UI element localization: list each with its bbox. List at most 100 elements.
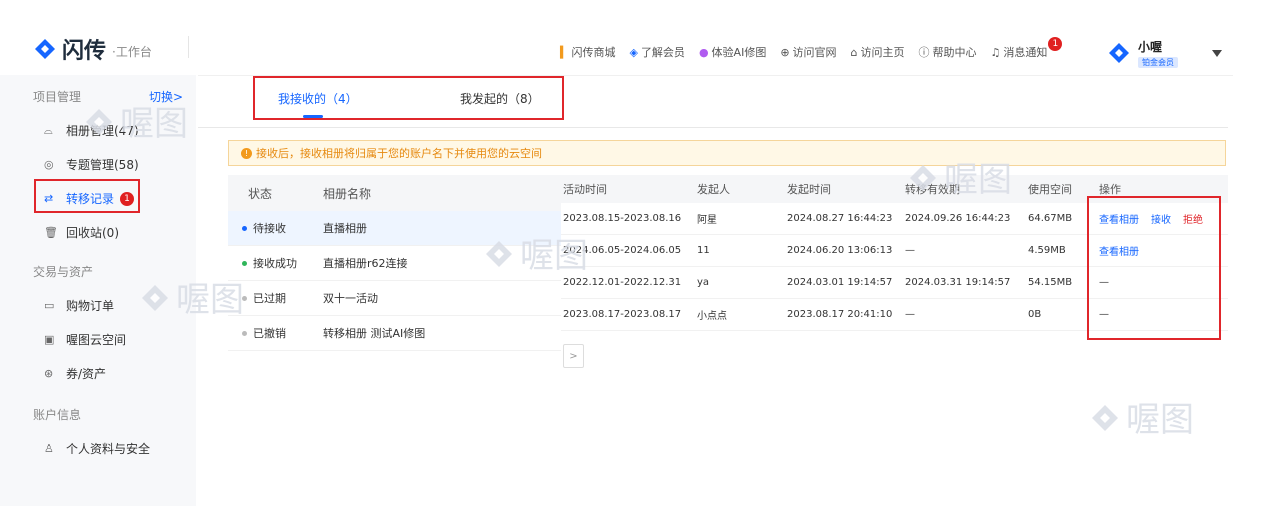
nav-shop[interactable]: ▍ 闪传商城 xyxy=(560,44,615,60)
nav-label: 了解会员 xyxy=(640,46,685,59)
col-space: 使用空间 xyxy=(1028,183,1072,196)
nav-ai[interactable]: ● 体验AI修图 xyxy=(699,44,766,60)
sidebar-item-topics[interactable]: ◎ 专题管理(58) xyxy=(44,156,139,173)
initiator: 阿星 xyxy=(697,215,717,226)
user-menu[interactable]: 小喔 铂金会员 xyxy=(1108,38,1178,68)
logo-name: 闪传 xyxy=(62,39,107,64)
watermark-icon xyxy=(908,162,938,192)
sidebar-item-label: 券/资产 xyxy=(66,367,107,381)
watermark-icon xyxy=(1090,402,1120,432)
top-bar: 闪传 ·工作台 ▍ 闪传商城 ◈ 了解会员 ● 体验AI修图 ⊕ 访问官网 ⌂ 访问主页 … xyxy=(0,0,1268,72)
member-badge: 铂金会员 xyxy=(1138,57,1178,68)
nav-label: 体验AI修图 xyxy=(711,46,767,59)
highlight-box xyxy=(253,76,564,120)
valid-until: 2024.09.26 16:44:23 xyxy=(905,213,1011,224)
table-row[interactable]: 已过期 双十一活动 xyxy=(228,281,561,316)
nav-website[interactable]: ⊕ 访问官网 xyxy=(780,44,836,60)
ai-icon: ● xyxy=(698,45,709,59)
watermark: 喔图 xyxy=(140,272,244,321)
vip-icon: ◈ xyxy=(629,45,638,59)
initiator: ya xyxy=(697,277,710,288)
watermark: 喔图 xyxy=(1090,392,1194,441)
space-used: 0B xyxy=(1028,309,1042,320)
divider xyxy=(188,36,189,58)
status-text: 已过期 xyxy=(253,292,286,305)
logo[interactable]: 闪传 ·工作台 xyxy=(34,33,152,65)
watermark: 喔图 xyxy=(84,96,188,145)
sidebar-item-label: 专题管理(58) xyxy=(66,158,139,172)
highlight-box xyxy=(34,179,140,213)
cloud-icon: ▣ xyxy=(44,333,55,346)
warning-icon: ! xyxy=(241,147,252,159)
watermark-text: 喔图 xyxy=(1126,400,1194,440)
watermark: 喔图 xyxy=(484,228,588,277)
status-text: 接收成功 xyxy=(253,257,297,270)
status-dot xyxy=(242,225,247,231)
sidebar-item-label: 喔图云空间 xyxy=(66,333,127,347)
globe-icon: ⊕ xyxy=(780,45,790,59)
watermark-icon xyxy=(84,106,114,136)
sidebar-item-trash[interactable]: 🗑 回收站(0) xyxy=(44,224,119,241)
notice-text: 接收后，接收相册将归属于您的账户名下并使用您的云空间 xyxy=(256,147,542,160)
sidebar-group-project: 项目管理 xyxy=(33,90,82,104)
watermark: 喔图 xyxy=(908,152,1012,201)
initiated-at: 2024.06.20 13:06:13 xyxy=(787,245,893,256)
col-initiated-at: 发起时间 xyxy=(787,183,831,196)
topic-icon: ◎ xyxy=(44,158,54,171)
watermark-text: 喔图 xyxy=(944,160,1012,200)
nav-label: 帮助中心 xyxy=(932,46,977,59)
space-used: 54.15MB xyxy=(1028,277,1073,288)
sidebar-item-cloud[interactable]: ▣ 喔图云空间 xyxy=(44,331,126,348)
nav-homepage[interactable]: ⌂ 访问主页 xyxy=(851,44,905,60)
notification-badge: 1 xyxy=(1048,37,1063,51)
notice-banner: ! 接收后，接收相册将归属于您的账户名下并使用您的云空间 xyxy=(228,140,1226,166)
logo-subtitle: ·工作台 xyxy=(112,44,152,59)
home-icon: ⌂ xyxy=(850,45,858,59)
sidebar-item-coupons[interactable]: ⊛ 券/资产 xyxy=(44,365,106,382)
initiated-at: 2024.08.27 16:44:23 xyxy=(787,213,893,224)
nav-vip[interactable]: ◈ 了解会员 xyxy=(629,44,684,60)
user-icon: ♙ xyxy=(44,442,54,455)
trash-icon: 🗑 xyxy=(44,226,58,239)
col-album-name: 相册名称 xyxy=(323,186,372,201)
valid-until: — xyxy=(905,245,915,256)
avatar-icon xyxy=(1109,43,1129,63)
bell-icon: ♫ xyxy=(990,45,1001,59)
initiator: 11 xyxy=(697,245,710,256)
sidebar-item-profile[interactable]: ♙ 个人资料与安全 xyxy=(44,440,150,457)
valid-until: — xyxy=(905,309,915,320)
pager-next-button[interactable]: > xyxy=(563,344,584,368)
activity-time: 2023.08.17-2023.08.17 xyxy=(563,309,682,320)
col-status: 状态 xyxy=(248,186,273,201)
chevron-down-icon[interactable] xyxy=(1212,50,1222,57)
valid-until: 2024.03.31 19:14:57 xyxy=(905,277,1011,288)
table-header: 状态 相册名称 xyxy=(228,175,561,211)
space-used: 4.59MB xyxy=(1028,245,1066,256)
space-used: 64.67MB xyxy=(1028,213,1073,224)
user-name: 小喔 xyxy=(1138,40,1163,54)
status-dot xyxy=(242,330,247,336)
table-row[interactable]: 已撤销 转移相册 测试AI修图 xyxy=(228,316,561,351)
coupon-icon: ⊛ xyxy=(44,367,54,380)
status-text: 已撤销 xyxy=(253,327,286,340)
watermark-text: 喔图 xyxy=(120,104,188,144)
top-nav: ▍ 闪传商城 ◈ 了解会员 ● 体验AI修图 ⊕ 访问官网 ⌂ 访问主页 ⓘ 帮助中心 ♫ 消… xyxy=(560,37,1076,60)
help-icon: ⓘ xyxy=(918,46,930,59)
watermark-icon xyxy=(484,238,514,268)
sidebar-item-orders[interactable]: ▭ 购物订单 xyxy=(44,297,114,314)
col-initiator: 发起人 xyxy=(697,183,730,196)
highlight-box xyxy=(1087,196,1221,340)
nav-notifications[interactable]: ♫ 消息通知 1 xyxy=(990,37,1063,60)
initiated-at: 2023.08.17 20:41:10 xyxy=(787,309,893,320)
sidebar-item-label: 个人资料与安全 xyxy=(66,442,151,456)
sidebar-group-trade: 交易与资产 xyxy=(33,265,94,279)
sidebar-item-label: 购物订单 xyxy=(66,299,115,313)
watermark-text: 喔图 xyxy=(520,236,588,276)
album-name: 双十一活动 xyxy=(323,292,378,305)
sidebar-item-label: 回收站(0) xyxy=(66,226,119,240)
album-name: 转移相册 测试AI修图 xyxy=(323,327,426,340)
divider xyxy=(198,127,1228,128)
watermark-text: 喔图 xyxy=(176,280,244,320)
nav-help[interactable]: ⓘ 帮助中心 xyxy=(919,44,977,60)
order-icon: ▭ xyxy=(44,299,55,312)
